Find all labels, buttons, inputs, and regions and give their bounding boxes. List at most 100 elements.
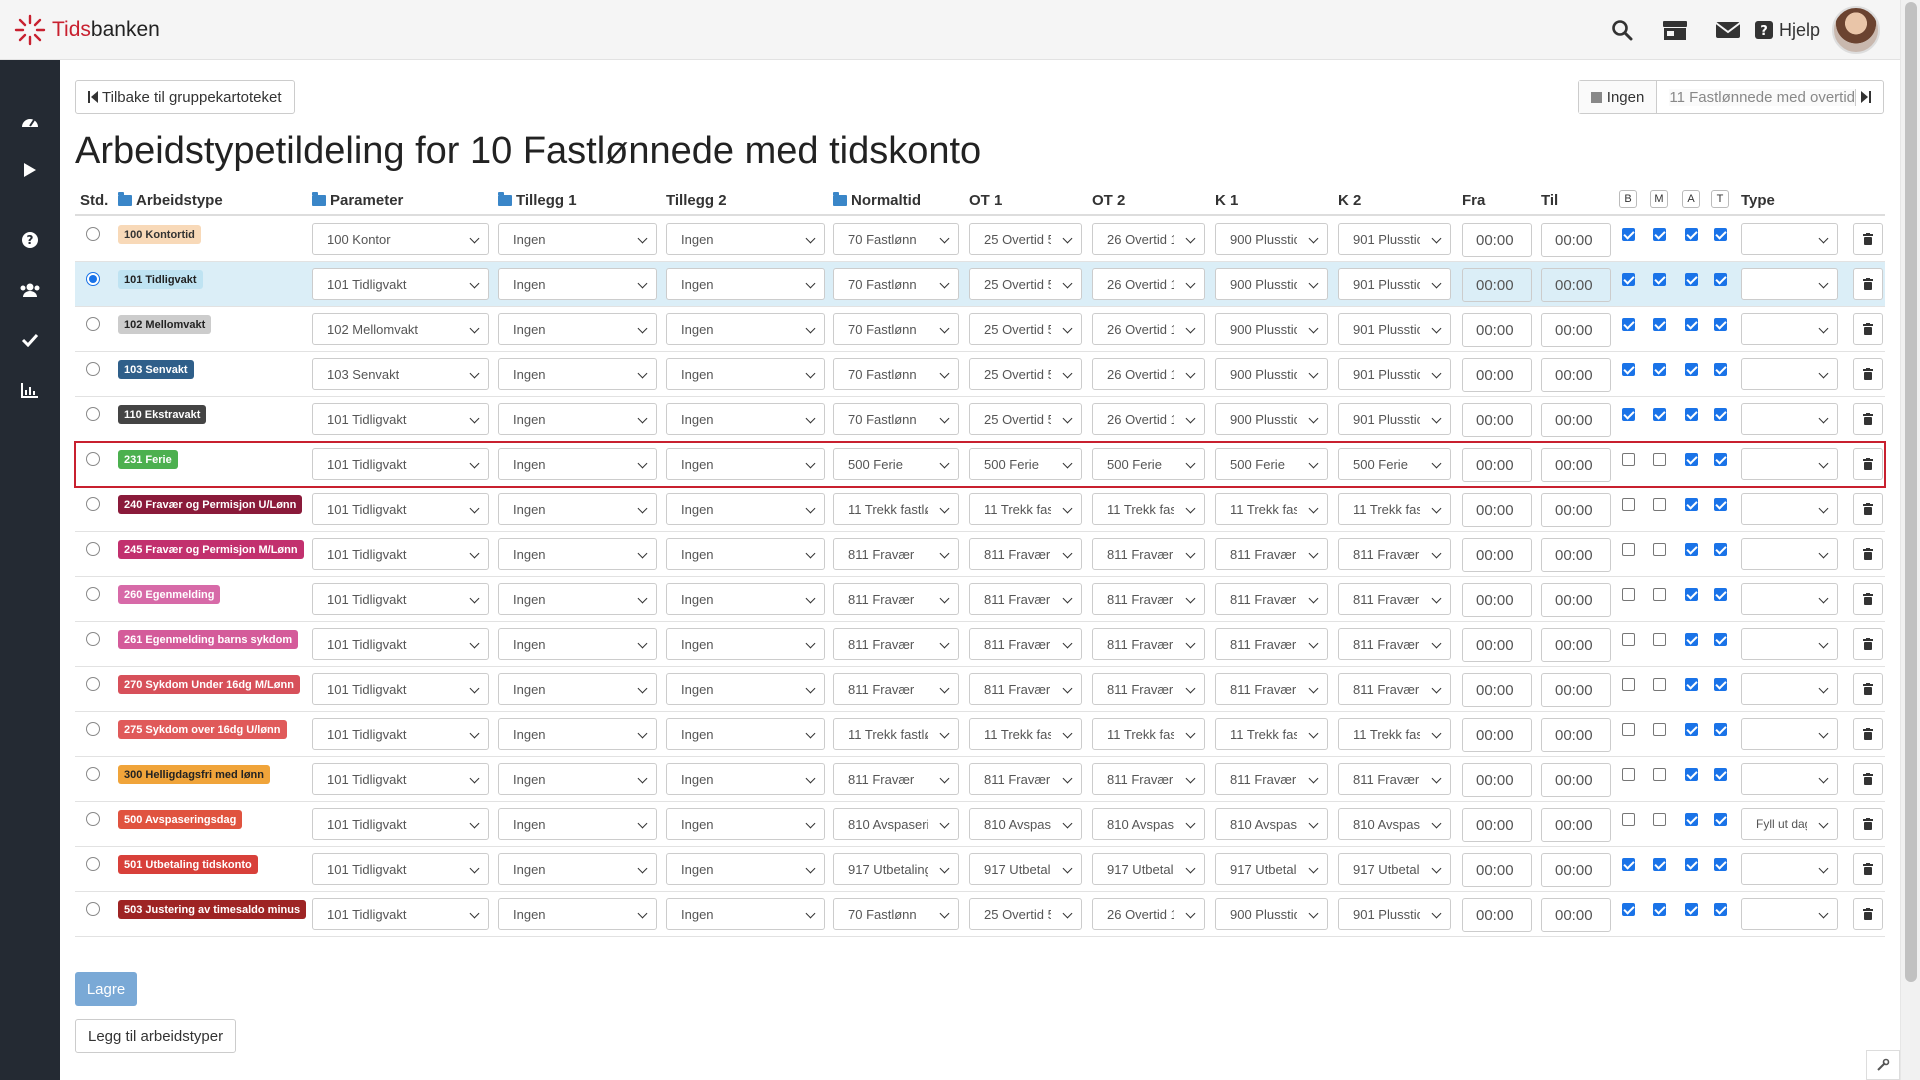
k2-select[interactable]: 810 Avspasering <box>1338 808 1451 840</box>
help-link[interactable]: ? Hjelp <box>1754 20 1820 41</box>
fra-time-input[interactable]: 00:00 <box>1462 718 1532 752</box>
checkbox-m[interactable] <box>1653 678 1666 691</box>
checkbox-b[interactable] <box>1622 858 1635 871</box>
default-radio[interactable] <box>86 812 100 826</box>
col-normaltid[interactable]: Normaltid <box>833 192 921 209</box>
normaltid-select[interactable]: 70 Fastlønn <box>833 268 959 300</box>
checkbox-b[interactable] <box>1622 363 1635 376</box>
checkbox-t[interactable] <box>1714 543 1727 556</box>
normaltid-select[interactable]: 70 Fastlønn <box>833 313 959 345</box>
default-radio[interactable] <box>86 722 100 736</box>
default-radio[interactable] <box>86 632 100 646</box>
ot1-select[interactable]: 500 Ferie <box>969 448 1082 480</box>
checkbox-t[interactable] <box>1714 678 1727 691</box>
default-radio[interactable] <box>86 902 100 916</box>
til-time-input[interactable]: 00:00 <box>1541 673 1611 707</box>
delete-button[interactable] <box>1853 898 1883 930</box>
ot2-select[interactable]: 26 Overtid 1 <box>1092 268 1205 300</box>
k1-select[interactable]: 900 Plusstid <box>1215 358 1328 390</box>
fra-time-input[interactable]: 00:00 <box>1462 853 1532 887</box>
default-radio[interactable] <box>86 317 100 331</box>
checkbox-t[interactable] <box>1714 858 1727 871</box>
parameter-select[interactable]: 101 Tidligvakt <box>312 853 489 885</box>
til-time-input[interactable]: 00:00 <box>1541 223 1611 257</box>
ot2-select[interactable]: 26 Overtid 1 <box>1092 223 1205 255</box>
checkbox-a[interactable] <box>1685 273 1698 286</box>
default-radio[interactable] <box>86 272 100 286</box>
type-select[interactable] <box>1741 403 1838 435</box>
tillegg2-select[interactable]: Ingen <box>666 448 825 480</box>
normaltid-select[interactable]: 811 Fravær <box>833 538 959 570</box>
checkbox-b[interactable] <box>1622 723 1635 736</box>
checkbox-a[interactable] <box>1685 363 1698 376</box>
parameter-select[interactable]: 100 Kontor <box>312 223 489 255</box>
checkbox-m[interactable] <box>1653 363 1666 376</box>
fra-time-input[interactable]: 00:00 <box>1462 628 1532 662</box>
checkbox-a[interactable] <box>1685 543 1698 556</box>
checkbox-b[interactable] <box>1622 498 1635 511</box>
tillegg2-select[interactable]: Ingen <box>666 898 825 930</box>
type-select[interactable]: Fyll ut dag <box>1741 808 1838 840</box>
tillegg1-select[interactable]: Ingen <box>498 628 657 660</box>
default-radio[interactable] <box>86 677 100 691</box>
next-group-button[interactable]: 11 Fastlønnede med overtid <box>1657 81 1883 113</box>
tillegg2-select[interactable]: Ingen <box>666 583 825 615</box>
parameter-select[interactable]: 101 Tidligvakt <box>312 448 489 480</box>
ot2-select[interactable]: 500 Ferie <box>1092 448 1205 480</box>
tillegg1-select[interactable]: Ingen <box>498 853 657 885</box>
checkbox-b[interactable] <box>1622 318 1635 331</box>
col-tillegg1[interactable]: Tillegg 1 <box>498 192 577 209</box>
tillegg1-select[interactable]: Ingen <box>498 403 657 435</box>
tillegg2-select[interactable]: Ingen <box>666 358 825 390</box>
tillegg1-select[interactable]: Ingen <box>498 898 657 930</box>
k1-select[interactable]: 811 Fravær <box>1215 673 1328 705</box>
til-time-input[interactable]: 00:00 <box>1541 358 1611 392</box>
til-time-input[interactable]: 00:00 <box>1541 583 1611 617</box>
question-icon[interactable]: ? <box>18 228 42 252</box>
type-select[interactable] <box>1741 898 1838 930</box>
delete-button[interactable] <box>1853 403 1883 435</box>
type-select[interactable] <box>1741 583 1838 615</box>
normaltid-select[interactable]: 11 Trekk fastlønn <box>833 493 959 525</box>
k1-select[interactable]: 11 Trekk fastlønn <box>1215 718 1328 750</box>
checkbox-m[interactable] <box>1653 228 1666 241</box>
delete-button[interactable] <box>1853 808 1883 840</box>
parameter-select[interactable]: 101 Tidligvakt <box>312 493 489 525</box>
parameter-select[interactable]: 101 Tidligvakt <box>312 898 489 930</box>
default-radio[interactable] <box>86 767 100 781</box>
checkbox-t[interactable] <box>1714 903 1727 916</box>
type-select[interactable] <box>1741 763 1838 795</box>
tillegg2-select[interactable]: Ingen <box>666 493 825 525</box>
checkbox-b[interactable] <box>1622 588 1635 601</box>
checkbox-b[interactable] <box>1622 813 1635 826</box>
delete-button[interactable] <box>1853 583 1883 615</box>
checkbox-a[interactable] <box>1685 588 1698 601</box>
k2-select[interactable]: 901 Plusstid <box>1338 313 1451 345</box>
k2-select[interactable]: 811 Fravær <box>1338 763 1451 795</box>
checkbox-m[interactable] <box>1653 543 1666 556</box>
normaltid-select[interactable]: 810 Avspasering <box>833 808 959 840</box>
tillegg2-select[interactable]: Ingen <box>666 268 825 300</box>
checkbox-a[interactable] <box>1685 228 1698 241</box>
ot2-select[interactable]: 11 Trekk fastlønn <box>1092 493 1205 525</box>
ot1-select[interactable]: 811 Fravær <box>969 673 1082 705</box>
back-to-group-button[interactable]: Tilbake til gruppekartoteket <box>75 80 295 114</box>
play-icon[interactable] <box>18 158 42 182</box>
normaltid-select[interactable]: 917 Utbetaling <box>833 853 959 885</box>
ot1-select[interactable]: 25 Overtid 5 <box>969 358 1082 390</box>
logo[interactable]: Tidsbanken <box>14 13 160 47</box>
checkbox-m[interactable] <box>1653 408 1666 421</box>
k1-select[interactable]: 811 Fravær <box>1215 763 1328 795</box>
normaltid-select[interactable]: 70 Fastlønn <box>833 358 959 390</box>
parameter-select[interactable]: 101 Tidligvakt <box>312 808 489 840</box>
k2-select[interactable]: 901 Plusstid <box>1338 358 1451 390</box>
type-select[interactable] <box>1741 538 1838 570</box>
scrollbar-thumb[interactable] <box>1905 2 1917 982</box>
normaltid-select[interactable]: 811 Fravær <box>833 628 959 660</box>
normaltid-select[interactable]: 70 Fastlønn <box>833 223 959 255</box>
tillegg1-select[interactable]: Ingen <box>498 358 657 390</box>
delete-button[interactable] <box>1853 358 1883 390</box>
type-select[interactable] <box>1741 223 1838 255</box>
normaltid-select[interactable]: 70 Fastlønn <box>833 403 959 435</box>
tillegg1-select[interactable]: Ingen <box>498 718 657 750</box>
